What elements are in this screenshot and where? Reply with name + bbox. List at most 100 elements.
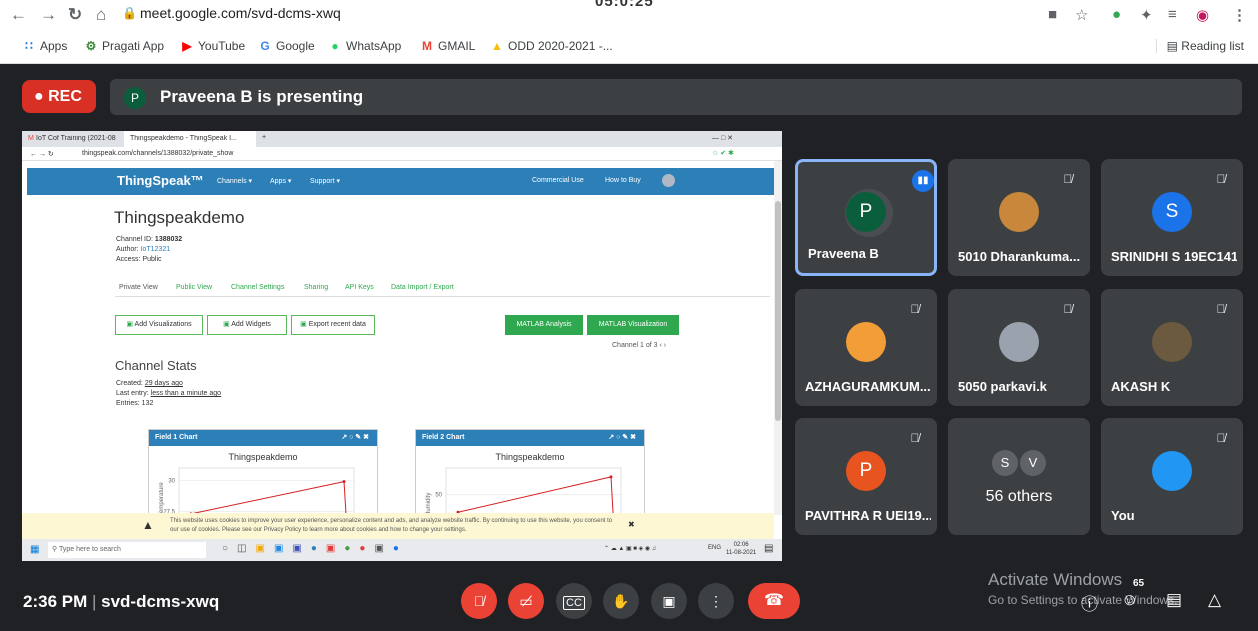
gear-icon: ⚙ bbox=[85, 39, 97, 53]
camera-toggle-button[interactable]: ▭̸ bbox=[508, 583, 544, 619]
avatar bbox=[1152, 450, 1192, 491]
star-icon[interactable]: ☆ bbox=[1075, 6, 1088, 24]
presenting-text: Praveena B is presenting bbox=[160, 87, 364, 106]
info-icon[interactable]: ⓘ bbox=[1081, 590, 1098, 615]
mic-off-icon: 🎙̸ bbox=[1063, 172, 1073, 186]
people-icon[interactable]: ☺ bbox=[1121, 590, 1138, 610]
chart-tools-icons[interactable]: ↗ ○ ✎ ✖ bbox=[608, 430, 636, 446]
participant-count: 65 bbox=[1133, 578, 1145, 589]
bookmarks-bar: ∷ Apps ⚙ Pragati App ▶ YouTube G Google ● Wha… bbox=[0, 34, 1258, 62]
y-tick-label: 50 bbox=[435, 493, 442, 499]
present-button[interactable]: ▣ bbox=[651, 583, 687, 619]
avatar: V bbox=[1020, 450, 1046, 476]
new-tab-icon: + bbox=[262, 134, 267, 141]
forward-icon[interactable]: → bbox=[40, 4, 57, 26]
captions-button[interactable]: CC bbox=[556, 583, 592, 619]
avatar: S bbox=[1152, 191, 1192, 232]
add-widgets-button[interactable]: ▣ Add Widgets bbox=[207, 315, 287, 335]
browser-chrome: ← → ↻ ⌂ 🔒 meet.google.com/svd-dcms-xwq 0… bbox=[0, 0, 1258, 64]
bookmark-youtube[interactable]: ▶ YouTube bbox=[180, 39, 245, 53]
shared-extension-icons: ☆ ✔ ✱ bbox=[712, 150, 734, 157]
chart-tools-icons[interactable]: ↗ ○ ✎ ✖ bbox=[341, 430, 369, 446]
home-icon[interactable]: ⌂ bbox=[96, 4, 106, 26]
notification-icon: ▤ bbox=[764, 543, 774, 554]
meeting-details[interactable]: 2:36 PM | svd-dcms-xwq bbox=[23, 592, 219, 612]
bookmark-pragati[interactable]: ⚙ Pragati App bbox=[84, 39, 164, 53]
avatar bbox=[1152, 321, 1192, 362]
kebab-menu-icon[interactable]: ⋮ bbox=[1232, 6, 1247, 24]
system-tray-icons: ⌃ ☁ ▲ ▣ ■ ◈ ◉ ♫ bbox=[604, 546, 657, 552]
bookmark-google[interactable]: G Google bbox=[258, 39, 314, 53]
reload-icon[interactable]: ↻ bbox=[68, 4, 82, 26]
participant-name: AZHAGURAMKUM... bbox=[805, 379, 931, 394]
extension-icon[interactable]: ● bbox=[1112, 6, 1121, 23]
back-icon[interactable]: ← bbox=[10, 4, 27, 26]
bookmark-drive[interactable]: ▲ ODD 2020-2021 -... bbox=[490, 39, 613, 53]
hand-icon: ✋ bbox=[612, 593, 630, 609]
captions-icon: CC bbox=[563, 596, 585, 610]
channel-stats-title: Channel Stats bbox=[115, 358, 197, 373]
gmail-tab-icon: M bbox=[28, 135, 34, 142]
participant-name: You bbox=[1111, 508, 1135, 523]
participant-tile[interactable]: 🎙̸ AZHAGURAMKUM... bbox=[795, 289, 937, 406]
matlab-visualization-button[interactable]: MATLAB Visualization bbox=[587, 315, 679, 335]
self-tile[interactable]: 🎙̸ You bbox=[1101, 418, 1243, 535]
record-dot-icon: ● bbox=[34, 88, 44, 105]
participant-tile[interactable]: 🎙̸ S SRINIDHI S 19EC141 bbox=[1101, 159, 1243, 276]
recording-badge: ● REC bbox=[22, 80, 96, 113]
leave-call-button[interactable]: ☎ bbox=[748, 583, 800, 619]
apps-grid-icon: ∷ bbox=[25, 39, 33, 53]
export-icon: ▣ bbox=[300, 321, 307, 328]
camera-off-icon: ▭̸ bbox=[519, 593, 533, 609]
channel-pager[interactable]: Channel 1 of 3 ‹ › bbox=[612, 342, 666, 349]
bookmark-apps[interactable]: ∷ Apps bbox=[22, 39, 67, 53]
puzzle-icon[interactable]: ✦ bbox=[1140, 6, 1153, 24]
address-bar[interactable]: meet.google.com/svd-dcms-xwq bbox=[140, 5, 341, 21]
channel-title: Thingspeakdemo bbox=[114, 208, 245, 227]
field2-chart-header: Field 2 Chart ↗ ○ ✎ ✖ bbox=[416, 430, 644, 446]
participant-tile[interactable]: 🎙̸ AKASH K bbox=[1101, 289, 1243, 406]
bookmark-gmail[interactable]: M GMAIL bbox=[420, 39, 475, 53]
participant-tile[interactable]: 🎙̸ P PAVITHRA R UEI19... bbox=[795, 418, 937, 535]
mic-toggle-button[interactable]: 🎙̸ bbox=[461, 583, 497, 619]
plus-icon: ▣ bbox=[223, 321, 230, 328]
bookmark-whatsapp[interactable]: ● WhatsApp bbox=[328, 39, 401, 53]
youtube-icon: ▶ bbox=[182, 39, 192, 53]
user-avatar-icon bbox=[662, 174, 675, 187]
chat-icon[interactable]: ▤ bbox=[1166, 590, 1182, 610]
avatar bbox=[846, 321, 886, 362]
presenting-banner: P Praveena B is presenting bbox=[110, 79, 1242, 115]
window-controls-icon: — □ ✕ bbox=[712, 135, 733, 142]
overlay-clock: 05:0:25 bbox=[595, 0, 654, 10]
camera-icon[interactable]: ■ bbox=[1048, 6, 1057, 23]
participant-tile[interactable]: ▮▮ P Praveena B bbox=[795, 159, 937, 276]
raise-hand-button[interactable]: ✋ bbox=[603, 583, 639, 619]
google-icon: G bbox=[260, 39, 270, 53]
windows-start-icon: ▦ bbox=[30, 544, 40, 555]
close-icon[interactable]: ✖ bbox=[628, 520, 635, 529]
avatar: P bbox=[846, 450, 886, 491]
mic-off-icon: 🎙̸ bbox=[1216, 302, 1226, 316]
thingspeak-page: Thingspeakdemo Channel ID: 1388032 Autho… bbox=[27, 195, 774, 529]
participant-tile[interactable]: 🎙̸ 5050 parkavi.k bbox=[948, 289, 1090, 406]
channel-meta: Channel ID: 1388032 Author: IoT12321 Acc… bbox=[116, 236, 183, 263]
avatar bbox=[999, 191, 1039, 232]
shared-address-bar: ← → ↻ thingspeak.com/channels/1388032/pr… bbox=[22, 147, 782, 161]
avatar: P bbox=[846, 191, 886, 232]
reading-list-button[interactable]: ▤ Reading list bbox=[1155, 39, 1244, 53]
export-data-button[interactable]: ▣ Export recent data bbox=[291, 315, 375, 335]
add-visualizations-button[interactable]: ▣ Add Visualizations bbox=[115, 315, 203, 335]
more-options-button[interactable]: ⋮ bbox=[698, 583, 734, 619]
system-clock: 02:06 11-08-2021 bbox=[726, 542, 757, 556]
participant-tile[interactable]: 🎙̸ 5010 Dharankuma... bbox=[948, 159, 1090, 276]
profile-avatar-icon[interactable]: ◉ bbox=[1196, 6, 1209, 24]
warning-icon: ▲ bbox=[142, 518, 154, 532]
thingspeak-navbar: ThingSpeak™ Channels ▾ Apps ▾ Support ▾ … bbox=[27, 168, 774, 195]
matlab-analysis-button[interactable]: MATLAB Analysis bbox=[505, 315, 583, 335]
cookie-banner: ▲ This website uses cookies to improve y… bbox=[22, 513, 774, 539]
activities-icon[interactable]: △ bbox=[1208, 590, 1221, 610]
media-icon[interactable]: ≡ bbox=[1168, 6, 1177, 23]
others-tile[interactable]: S V 56 others bbox=[948, 418, 1090, 535]
lock-icon: 🔒 bbox=[122, 6, 137, 20]
windows-activation-watermark: Activate Windows bbox=[988, 570, 1123, 589]
